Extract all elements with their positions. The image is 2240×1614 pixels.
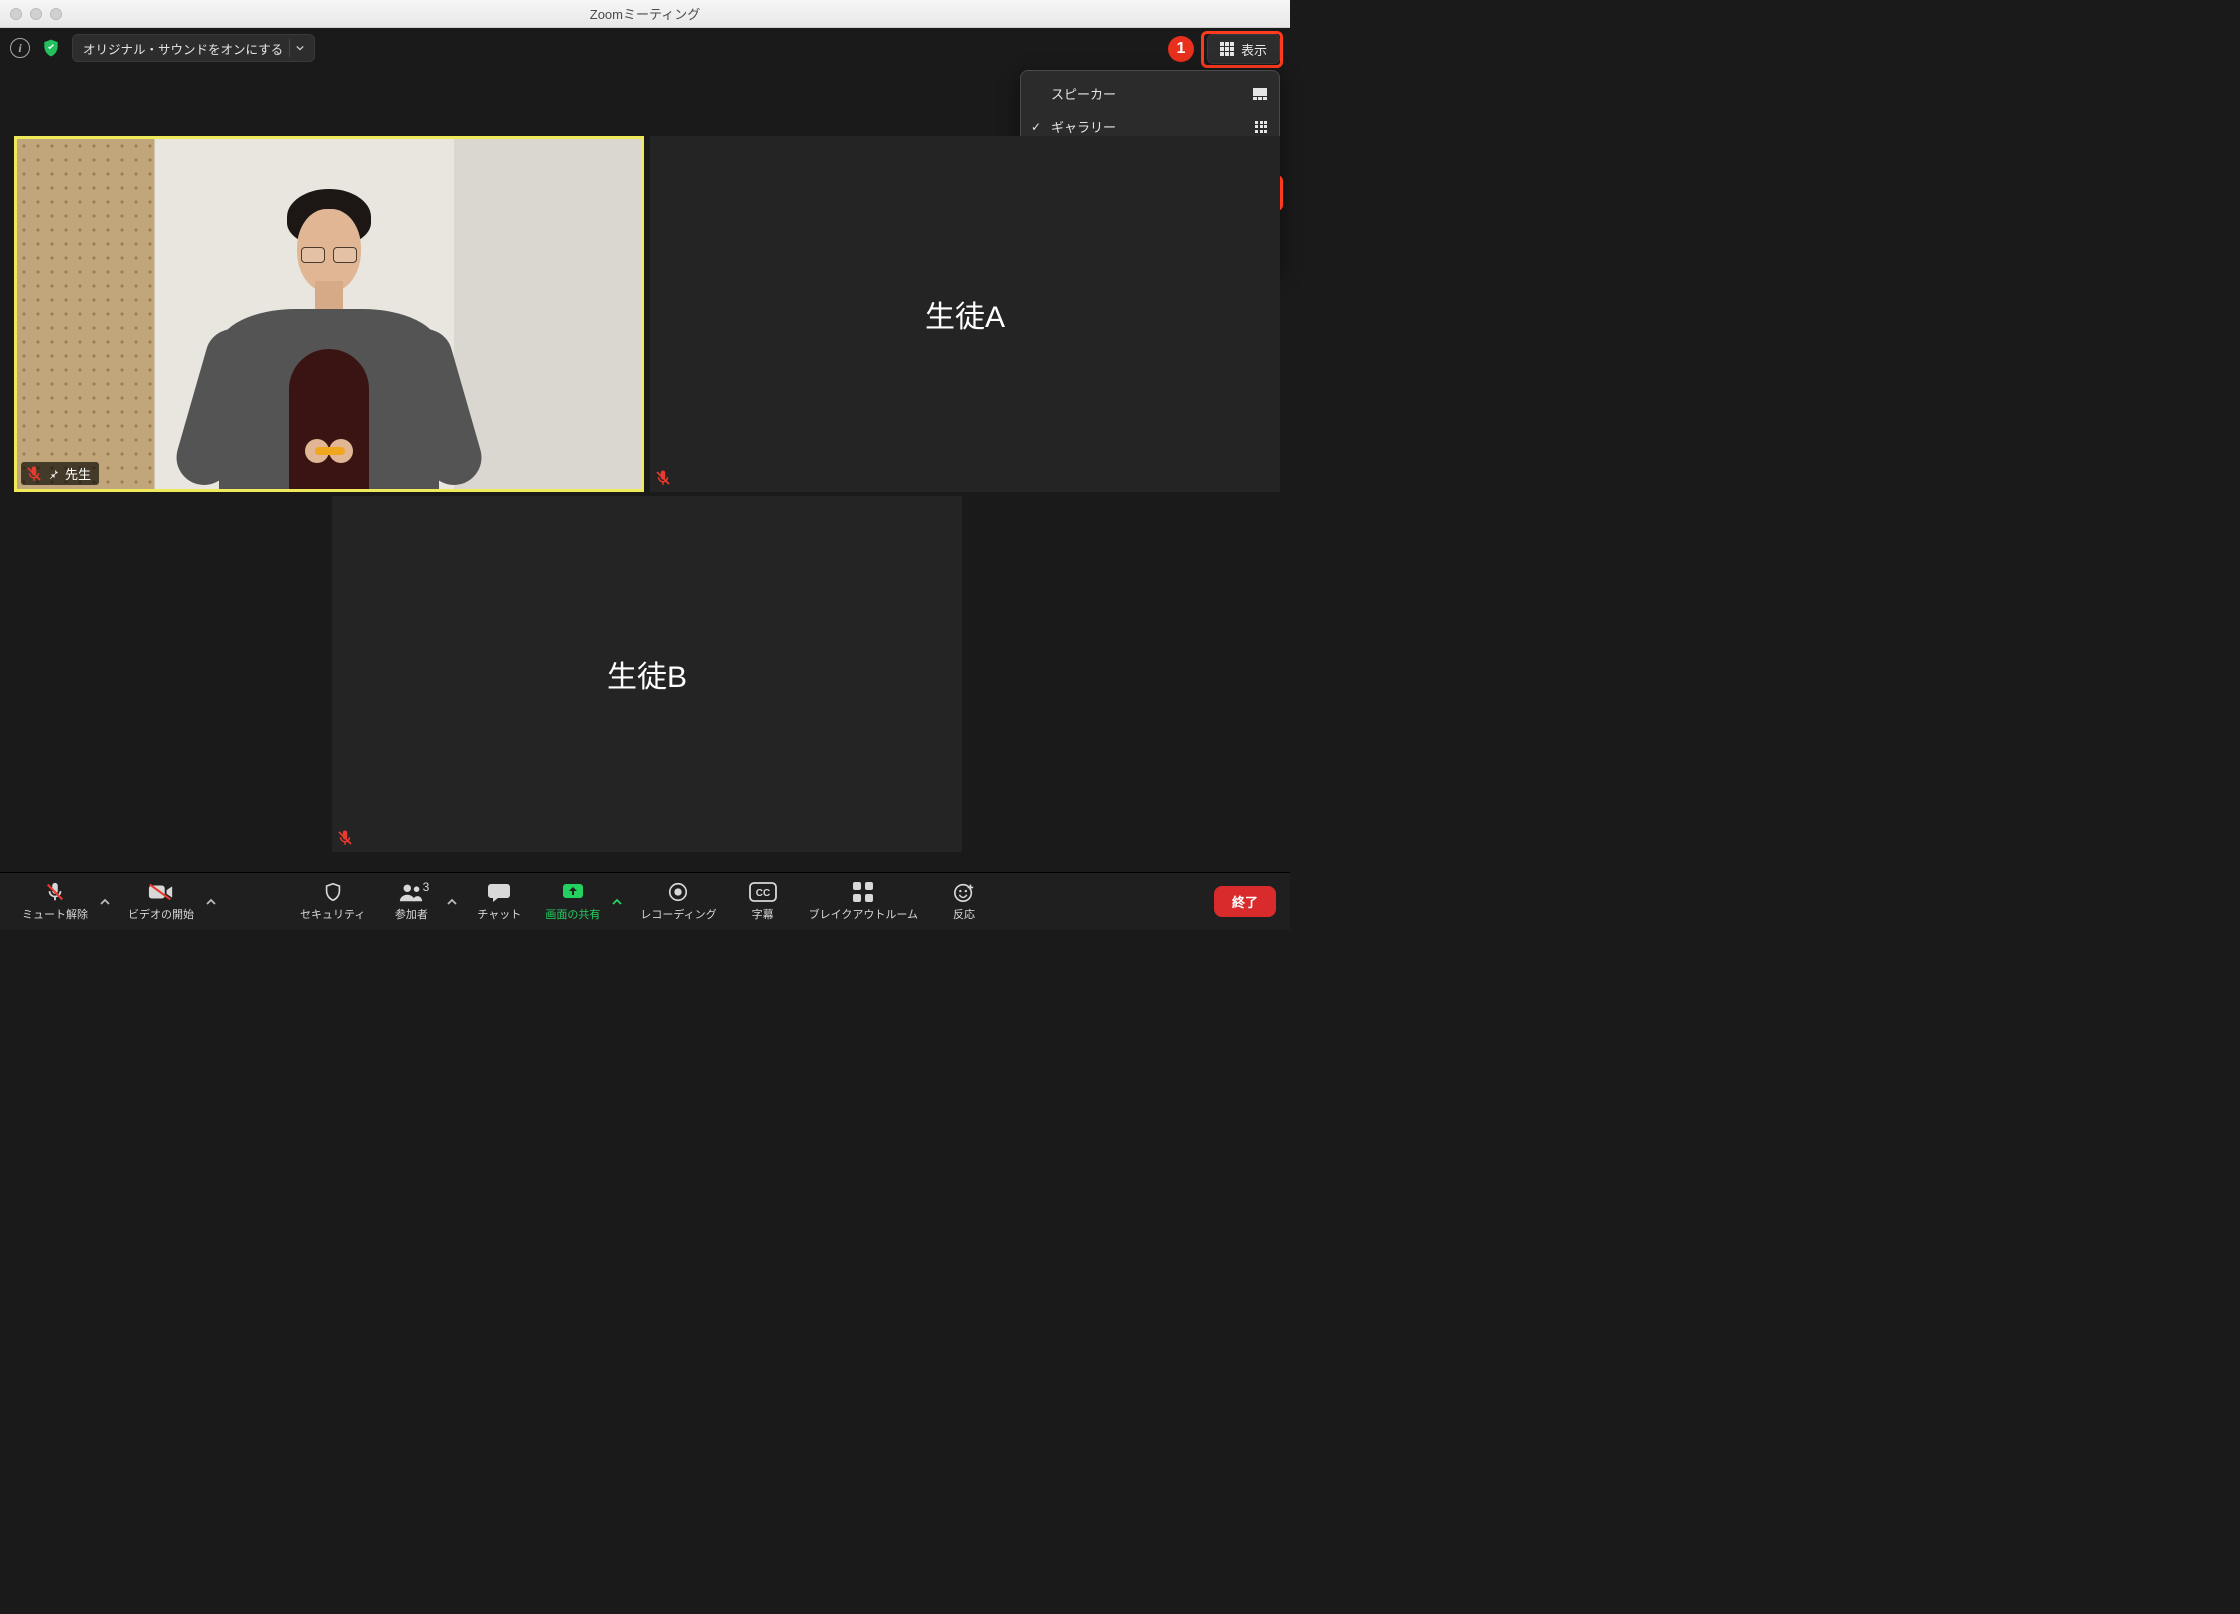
record-icon xyxy=(667,881,689,903)
button-label: 終了 xyxy=(1232,895,1258,910)
participants-caret-icon[interactable] xyxy=(443,877,461,927)
original-sound-toggle[interactable]: オリジナル・サウンドをオンにする xyxy=(72,34,315,62)
participant-display-name: 生徒A xyxy=(925,292,1005,336)
participant-display-name: 生徒B xyxy=(607,652,687,696)
button-label: 反応 xyxy=(953,906,975,922)
participant-name-tag: 先生 xyxy=(21,462,99,485)
menu-label: ギャラリー xyxy=(1051,117,1116,136)
reactions-button[interactable]: 反応 xyxy=(932,877,996,927)
original-sound-label: オリジナル・サウンドをオンにする xyxy=(83,39,283,58)
meeting-window: i オリジナル・サウンドをオンにする 表示 1 スピーカー ✓ ギャラリー xyxy=(0,28,1290,930)
meeting-toolbar: ミュート解除 ビデオの開始 セキュリティ xyxy=(0,872,1290,930)
original-sound-caret-icon[interactable] xyxy=(289,39,310,57)
end-meeting-button[interactable]: 終了 xyxy=(1214,886,1276,917)
view-button[interactable]: 表示 xyxy=(1207,34,1280,64)
mic-muted-icon xyxy=(25,465,43,483)
recording-button[interactable]: レコーディング xyxy=(632,877,724,927)
meeting-info-icon[interactable]: i xyxy=(10,38,30,58)
button-label: セキュリティ xyxy=(300,906,365,922)
breakout-rooms-button[interactable]: ブレイクアウトルーム xyxy=(801,877,926,927)
video-options-caret-icon[interactable] xyxy=(202,877,220,927)
start-video-button[interactable]: ビデオの開始 xyxy=(120,877,202,927)
button-label: 画面の共有 xyxy=(545,906,600,922)
mic-muted-icon xyxy=(336,829,354,847)
unmute-button[interactable]: ミュート解除 xyxy=(14,877,96,927)
audio-options-caret-icon[interactable] xyxy=(96,877,114,927)
captions-button[interactable]: CC 字幕 xyxy=(731,877,795,927)
video-tile-student-a[interactable]: 生徒A xyxy=(650,136,1280,492)
button-label: ビデオの開始 xyxy=(128,906,194,922)
button-label: 参加者 xyxy=(395,906,428,922)
speaker-view-icon xyxy=(1253,88,1267,100)
mic-muted-icon xyxy=(654,469,672,487)
reactions-icon xyxy=(952,881,976,903)
chat-icon xyxy=(487,881,511,903)
window-title: Zoomミーティング xyxy=(0,4,1290,23)
view-button-label: 表示 xyxy=(1241,40,1267,59)
share-screen-icon xyxy=(561,881,585,903)
video-gallery: 先生 生徒A 生徒B xyxy=(14,136,1276,860)
button-label: 字幕 xyxy=(752,906,774,922)
breakout-icon xyxy=(852,881,874,903)
top-bar: i オリジナル・サウンドをオンにする xyxy=(0,28,1290,68)
gallery-grid-icon xyxy=(1220,42,1234,56)
button-label: レコーディング xyxy=(640,906,716,922)
video-off-icon xyxy=(148,881,174,903)
security-button[interactable]: セキュリティ xyxy=(292,877,373,927)
titlebar: Zoomミーティング xyxy=(0,0,1290,28)
cc-icon: CC xyxy=(749,881,777,903)
participant-name: 先生 xyxy=(65,464,91,483)
share-screen-button[interactable]: 画面の共有 xyxy=(537,877,608,927)
participants-icon xyxy=(398,881,424,903)
button-label: チャット xyxy=(477,906,521,922)
encryption-shield-icon[interactable] xyxy=(40,37,62,59)
mic-muted-icon xyxy=(43,881,67,903)
share-options-caret-icon[interactable] xyxy=(608,877,626,927)
button-label: ブレイクアウトルーム xyxy=(809,906,918,922)
shield-icon xyxy=(322,881,344,903)
view-menu-speaker[interactable]: スピーカー xyxy=(1021,77,1279,110)
chat-button[interactable]: チャット xyxy=(467,877,531,927)
video-tile-student-b[interactable]: 生徒B xyxy=(332,496,962,852)
svg-text:CC: CC xyxy=(755,888,769,899)
person-figure xyxy=(219,169,439,492)
video-tile-teacher[interactable]: 先生 xyxy=(14,136,644,492)
gallery-grid-icon xyxy=(1255,121,1267,133)
participants-count: 3 xyxy=(423,880,430,894)
menu-label: スピーカー xyxy=(1051,84,1116,103)
button-label: ミュート解除 xyxy=(22,906,88,922)
check-icon: ✓ xyxy=(1031,120,1041,134)
pin-icon xyxy=(48,468,60,480)
participants-button[interactable]: 3 参加者 xyxy=(379,877,443,927)
